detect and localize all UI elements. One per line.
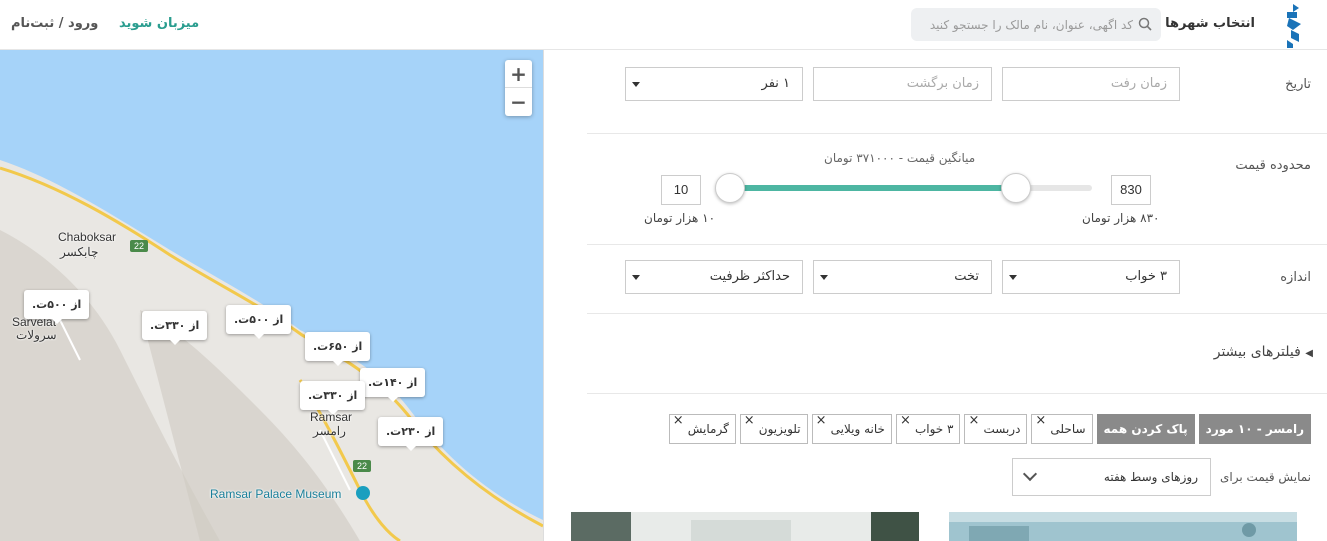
search-box[interactable]: [911, 8, 1161, 41]
date-label: تاریخ: [1285, 77, 1311, 92]
chevron-down-icon: [1022, 466, 1038, 482]
become-host-link[interactable]: میزبان شوید: [119, 16, 199, 31]
close-icon[interactable]: ×: [968, 407, 979, 435]
clear-all-button[interactable]: پاک کردن همه: [1096, 414, 1195, 444]
divider: [587, 313, 1327, 314]
chip-label: خانه ویلایی: [830, 422, 885, 436]
road-shield-22: 22: [130, 240, 148, 252]
place-chaboksar-fa: چابکسر: [60, 245, 99, 259]
caret-down-icon: [820, 275, 828, 280]
price-pin[interactable]: از ۲۳۰ت.: [378, 417, 444, 451]
chip-label: دربست: [983, 422, 1021, 436]
filter-chip[interactable]: ساحلی ×: [1031, 413, 1093, 444]
caret-down-icon: [632, 82, 640, 87]
map-zoom-control: + −: [505, 60, 532, 116]
price-pin[interactable]: از ۱۴۰ت.: [360, 368, 426, 402]
close-icon[interactable]: ×: [900, 407, 911, 435]
close-icon[interactable]: ×: [816, 407, 827, 435]
capacity-select[interactable]: حداکثر ظرفیت: [625, 260, 803, 294]
filter-chip[interactable]: دربست ×: [964, 413, 1028, 444]
guests-value: ۱ نفر: [761, 76, 790, 91]
zoom-in-button[interactable]: +: [505, 60, 532, 88]
filter-panel: تاریخ زمان رفت زمان برگشت ۱ نفر محدوده ق…: [543, 50, 1327, 541]
chip-label: تلویزیون: [758, 422, 801, 436]
min-price-label: ۱۰ هزار تومان: [644, 211, 716, 225]
divider: [587, 244, 1327, 245]
divider: [587, 133, 1327, 134]
price-slider-max-handle[interactable]: [1001, 173, 1031, 203]
price-pin[interactable]: از ۵۰۰ت.: [24, 290, 90, 324]
listing-thumbnail[interactable]: [571, 512, 919, 541]
results-summary-chip: رامسر - ۱۰ مورد: [1198, 414, 1311, 444]
average-price-text: میانگین قیمت - ۳۷۱۰۰۰ تومان: [824, 151, 976, 165]
top-header: انتخاب شهرها میزبان شوید ورود / ثبت‌نام: [0, 0, 1327, 50]
price-slider-fill: [730, 185, 1016, 191]
place-sarvelat-fa: سرولات: [16, 328, 57, 342]
price-pin[interactable]: از ۶۵۰ت.: [305, 332, 371, 366]
caret-down-icon: [632, 275, 640, 280]
map-view[interactable]: + − Chaboksar چابکسر 22 Sarvelat سرولات …: [0, 50, 543, 541]
place-chaboksar-en: Chaboksar: [58, 230, 117, 244]
min-price-input[interactable]: 10: [661, 175, 701, 205]
price-pin[interactable]: از ۵۰۰ت.: [226, 305, 292, 339]
bed-select[interactable]: تخت: [813, 260, 992, 294]
filter-chip[interactable]: خانه ویلایی ×: [811, 413, 892, 444]
road-shield-22-b: 22: [353, 460, 371, 472]
price-display-value: روزهای وسط هفته: [1103, 470, 1198, 484]
departure-date-field[interactable]: زمان رفت: [1002, 67, 1180, 101]
filter-chip[interactable]: ۳ خواب ×: [895, 413, 961, 444]
close-icon[interactable]: ×: [673, 407, 684, 435]
close-icon[interactable]: ×: [744, 407, 755, 435]
brand-logo[interactable]: [1283, 4, 1305, 48]
caret-left-icon: ◀: [1305, 348, 1313, 359]
max-price-input[interactable]: 830: [1111, 175, 1151, 205]
price-pin[interactable]: از ۳۳۰ت.: [300, 381, 366, 415]
listing-thumbnail[interactable]: [949, 512, 1297, 541]
filter-chip[interactable]: تلویزیون ×: [739, 413, 808, 444]
price-slider-min-handle[interactable]: [715, 173, 745, 203]
login-register-link[interactable]: ورود / ثبت‌نام: [11, 16, 98, 31]
chip-label: ۳ خواب: [914, 422, 954, 436]
place-ramsar-palace-museum: Ramsar Palace Museum: [210, 487, 342, 501]
more-filters-toggle[interactable]: ◀ فیلترهای بیشتر: [1214, 344, 1313, 360]
museum-icon: [356, 486, 370, 500]
active-filter-chips: رامسر - ۱۰ مورد پاک کردن همه ساحلی × دربس…: [668, 413, 1311, 444]
bedrooms-value: ۳ خواب: [1125, 269, 1167, 284]
size-label: اندازه: [1280, 270, 1311, 285]
place-ramsar-fa: رامسر: [313, 424, 346, 438]
caret-down-icon: [1009, 275, 1017, 280]
max-price-label: ۸۳۰ هزار تومان: [1082, 211, 1160, 225]
price-display-select[interactable]: روزهای وسط هفته: [1012, 458, 1211, 496]
close-icon[interactable]: ×: [1035, 407, 1046, 435]
search-icon: [1137, 16, 1153, 32]
more-filters-label: فیلترهای بیشتر: [1213, 344, 1301, 360]
return-date-field[interactable]: زمان برگشت: [813, 67, 992, 101]
bed-value: تخت: [954, 269, 979, 284]
filter-chip[interactable]: گرمایش ×: [668, 413, 736, 444]
search-input[interactable]: [918, 8, 1133, 41]
price-pin[interactable]: از ۳۳۰ت.: [142, 311, 208, 345]
price-display-label: نمایش قیمت برای: [1220, 470, 1311, 484]
chip-label: گرمایش: [687, 422, 729, 436]
zoom-out-button[interactable]: −: [505, 88, 532, 116]
capacity-value: حداکثر ظرفیت: [709, 269, 790, 284]
guests-select[interactable]: ۱ نفر: [625, 67, 803, 101]
chip-label: ساحلی: [1050, 422, 1086, 436]
bedrooms-select[interactable]: ۳ خواب: [1002, 260, 1180, 294]
divider: [587, 393, 1327, 394]
price-range-label: محدوده قیمت: [1235, 158, 1311, 173]
city-select[interactable]: انتخاب شهرها: [1165, 16, 1255, 31]
